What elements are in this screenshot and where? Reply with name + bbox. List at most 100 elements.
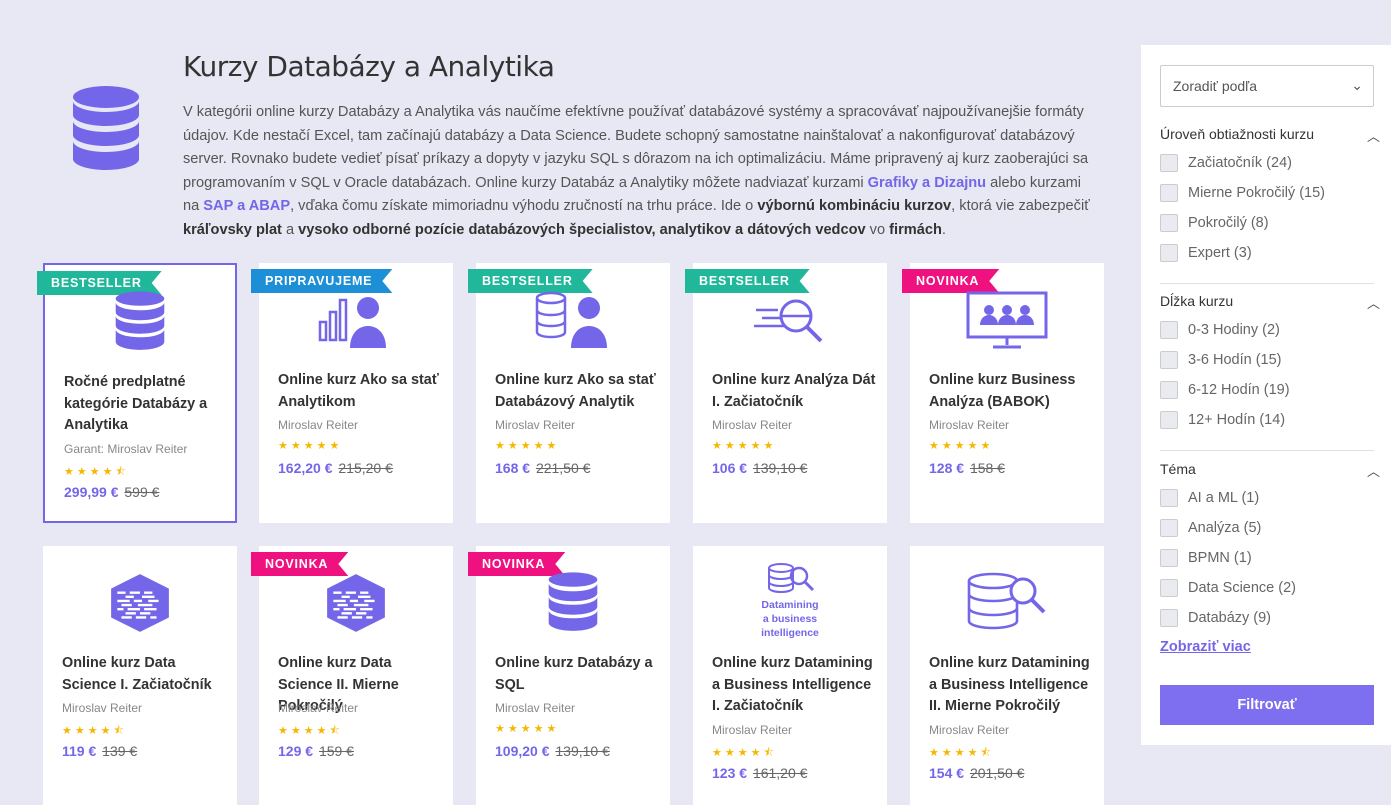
course-title[interactable]: Online kurz Analýza Dát I. Začiatočník	[712, 370, 877, 413]
filter-option-label: Expert (3)	[1188, 245, 1252, 261]
rating-stars: ★★★★⯪	[62, 725, 127, 737]
checkbox[interactable]	[1160, 549, 1178, 567]
current-price: 168 €	[495, 460, 531, 476]
course-title[interactable]: Online kurz Datamining a Business Intell…	[712, 653, 877, 718]
course-price: 109,20 € 139,10 €	[495, 743, 610, 759]
filter-option-label: Pokročilý (8)	[1188, 215, 1269, 231]
filter-option-label: 12+ Hodín (14)	[1188, 412, 1286, 428]
course-title[interactable]: Online kurz Databázy a SQL	[495, 653, 660, 696]
rating-stars: ★★★★★	[495, 723, 560, 735]
course-card[interactable]: NOVINKA Online kurz Databázy a SQL Mirosl…	[476, 546, 670, 805]
course-author: Miroslav Reiter	[278, 418, 359, 432]
filter-option[interactable]: Analýza (5)	[1160, 518, 1261, 538]
checkbox[interactable]	[1160, 381, 1178, 399]
course-title[interactable]: Online kurz Datamining a Business Intell…	[929, 653, 1094, 718]
cube-icon	[43, 568, 237, 638]
link-graphics-design[interactable]: Grafiky a Dizajnu	[868, 175, 986, 191]
show-more-link[interactable]: Zobraziť viac	[1160, 639, 1251, 655]
chevron-up-icon[interactable]: ︿	[1367, 293, 1380, 312]
filter-group-label: Dĺžka kurzu	[1160, 293, 1234, 309]
course-card[interactable]: BESTSELLER Online kurz Analýza Dát I. Za…	[693, 263, 887, 523]
database-search-icon	[910, 568, 1104, 638]
course-author: Miroslav Reiter	[929, 418, 1010, 432]
course-card[interactable]: NOVINKA Online kurz Business Analýza (BA…	[910, 263, 1104, 523]
chevron-up-icon[interactable]: ︿	[1367, 461, 1380, 480]
rating-stars: ★★★★★	[278, 440, 343, 452]
filter-option[interactable]: Databázy (9)	[1160, 608, 1271, 628]
course-title[interactable]: Ročné predplatné kategórie Databázy a An…	[64, 372, 225, 437]
old-price: 215,20 €	[338, 460, 393, 476]
rating-stars: ★★★★★	[495, 440, 560, 452]
checkbox[interactable]	[1160, 579, 1178, 597]
rating-stars: ★★★★⯪	[64, 465, 129, 478]
filter-option[interactable]: AI a ML (1)	[1160, 488, 1259, 508]
course-card[interactable]: PRIPRAVUJEME Online kurz Ako sa stať Ana…	[259, 263, 453, 523]
filter-option[interactable]: Pokročilý (8)	[1160, 213, 1269, 233]
course-title[interactable]: Online kurz Ako sa stať Databázový Analy…	[495, 370, 660, 413]
link-sap-abap[interactable]: SAP a ABAP	[203, 198, 290, 214]
checkbox[interactable]	[1160, 519, 1178, 537]
course-title[interactable]: Online kurz Data Science I. Začiatočník	[62, 653, 227, 696]
rating-stars: ★★★★★	[712, 440, 777, 452]
icon-caption: intelligence	[761, 627, 819, 639]
filter-group-title[interactable]: Dĺžka kurzu ︿	[1160, 293, 1380, 311]
filter-sidebar: Zoradiť podľa ⌄ Úroveň obtiažnosti kurzu…	[1141, 45, 1391, 745]
filter-option-label: 3-6 Hodín (15)	[1188, 352, 1282, 368]
course-card[interactable]: NOVINKA Online kurz Data Science II. Mie…	[259, 546, 453, 805]
old-price: 158 €	[969, 460, 1005, 476]
filter-option-label: Data Science (2)	[1188, 580, 1296, 596]
filter-button[interactable]: Filtrovať	[1160, 685, 1374, 725]
filter-option[interactable]: Expert (3)	[1160, 243, 1252, 263]
old-price: 159 €	[318, 743, 354, 759]
current-price: 109,20 €	[495, 743, 550, 759]
course-card[interactable]: BESTSELLER Online kurz Ako sa stať Datab…	[476, 263, 670, 523]
checkbox[interactable]	[1160, 489, 1178, 507]
course-author: Miroslav Reiter	[929, 722, 1010, 737]
course-card[interactable]: Datamining a business intelligence Onlin…	[693, 546, 887, 805]
checkbox[interactable]	[1160, 411, 1178, 429]
old-price: 221,50 €	[535, 460, 591, 476]
rating-stars: ★★★★⯪	[929, 746, 994, 759]
course-author: Garant: Miroslav Reiter	[64, 441, 188, 456]
filter-group-title[interactable]: Téma ︿	[1160, 461, 1380, 479]
course-title[interactable]: Online kurz Ako sa stať Analytikom	[278, 370, 443, 413]
course-author: Miroslav Reiter	[712, 418, 793, 432]
checkbox[interactable]	[1160, 351, 1178, 369]
filter-option-label: AI a ML (1)	[1188, 490, 1260, 506]
checkbox[interactable]	[1160, 244, 1178, 262]
current-price: 129 €	[278, 743, 314, 759]
checkbox[interactable]	[1160, 321, 1178, 339]
course-card[interactable]: BESTSELLER Ročné predplatné kategórie Da…	[43, 263, 237, 523]
filter-option[interactable]: 0-3 Hodiny (2)	[1160, 320, 1280, 340]
filter-option[interactable]: Začiatočník (24)	[1160, 153, 1292, 173]
checkbox[interactable]	[1160, 214, 1178, 232]
course-card[interactable]: Online kurz Data Science I. Začiatočník M…	[43, 546, 237, 805]
course-price: 154 € 201,50 €	[929, 765, 1024, 781]
filter-group-label: Téma	[1160, 461, 1196, 477]
current-price: 123 €	[712, 764, 748, 781]
filter-option[interactable]: Data Science (2)	[1160, 578, 1296, 598]
analyst-icon	[259, 285, 453, 355]
checkbox[interactable]	[1160, 184, 1178, 202]
filter-option[interactable]: BPMN (1)	[1160, 548, 1252, 568]
filter-option[interactable]: 12+ Hodín (14)	[1160, 410, 1285, 430]
database-icon	[73, 86, 139, 170]
filter-group-title[interactable]: Úroveň obtiažnosti kurzu ︿	[1160, 126, 1380, 144]
course-card[interactable]: Online kurz Datamining a Business Intell…	[910, 546, 1104, 805]
icon-caption: a business	[762, 613, 818, 625]
course-author: Miroslav Reiter	[62, 701, 143, 715]
chevron-up-icon[interactable]: ︿	[1367, 126, 1380, 145]
filter-option[interactable]: 3-6 Hodín (15)	[1160, 350, 1282, 370]
course-price: 162,20 € 215,20 €	[278, 460, 393, 476]
cube-icon	[259, 568, 453, 638]
filter-option[interactable]: 6-12 Hodín (19)	[1160, 380, 1290, 400]
course-title[interactable]: Online kurz Business Analýza (BABOK)	[929, 370, 1094, 413]
checkbox[interactable]	[1160, 609, 1178, 627]
checkbox[interactable]	[1160, 154, 1178, 172]
divider	[1160, 283, 1374, 284]
current-price: 299,99 €	[64, 483, 119, 500]
magnifier-icon	[693, 285, 887, 355]
sort-select[interactable]: Zoradiť podľa ⌄	[1160, 65, 1374, 107]
filter-option[interactable]: Mierne Pokročilý (15)	[1160, 183, 1325, 203]
filter-group-label: Úroveň obtiažnosti kurzu	[1160, 126, 1315, 142]
